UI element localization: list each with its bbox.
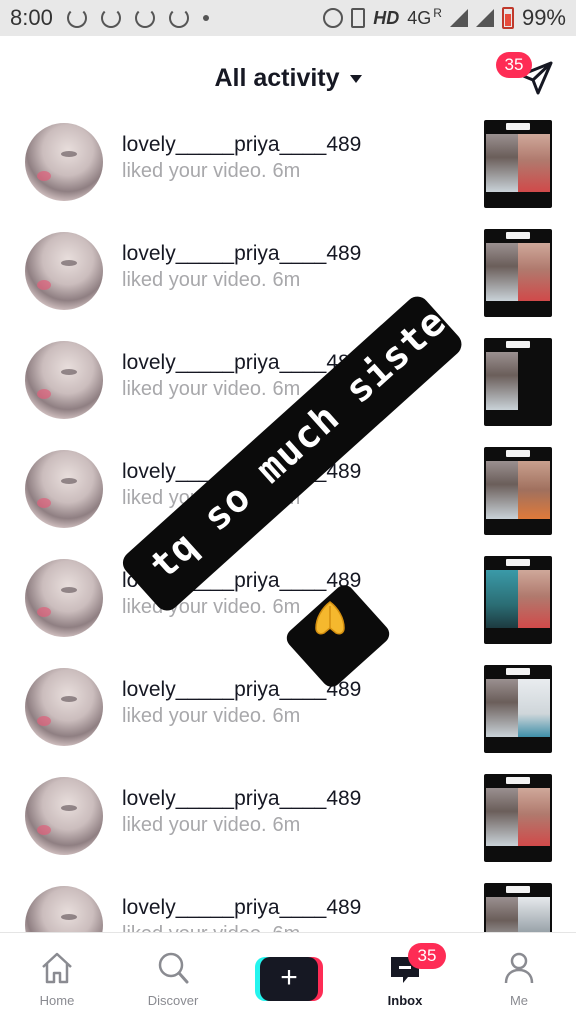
home-icon: [42, 952, 72, 984]
activity-list: lovely_____priya____489 liked your video…: [0, 120, 576, 932]
action-text: liked your video.: [122, 814, 267, 836]
bottom-navigation: Home Discover + Inbox 35 Me: [0, 932, 576, 1024]
nav-home[interactable]: Home: [7, 933, 107, 1024]
sync-icon: [66, 8, 87, 28]
folded-hands-icon: [315, 601, 345, 635]
nav-me-label: Me: [509, 993, 529, 1008]
avatar[interactable]: [25, 232, 103, 310]
battery-percent: 99%: [521, 5, 566, 30]
dm-badge: 35: [496, 52, 532, 78]
video-thumbnail[interactable]: [484, 338, 552, 426]
signal-icon: [449, 9, 468, 27]
action-text: liked your video.: [122, 596, 267, 618]
network-label: HD: [373, 7, 400, 28]
page-title: All activity: [214, 64, 340, 92]
nav-discover[interactable]: Discover: [123, 933, 223, 1024]
sync-icon: [168, 8, 189, 28]
activity-text: liked your video.6m: [122, 378, 300, 401]
activity-row[interactable]: lovely_____priya____489 liked your video…: [0, 120, 576, 229]
timestamp: 6m: [272, 596, 301, 618]
thumb-tag: [506, 886, 530, 893]
alarm-icon: [323, 8, 344, 28]
video-thumbnail[interactable]: [484, 447, 552, 535]
avatar[interactable]: [25, 886, 103, 932]
username[interactable]: lovely_____priya____489: [122, 133, 361, 157]
caret-down-icon: [349, 75, 362, 84]
status-bar: 8:00 HD 4G R 99%: [0, 0, 576, 36]
timestamp: 6m: [273, 923, 301, 932]
username[interactable]: lovely_____priya____489: [122, 896, 361, 920]
nav-me[interactable]: Me: [469, 933, 569, 1024]
profile-icon: [504, 952, 534, 984]
inbox-badge: 35: [408, 943, 446, 969]
thumb-tag: [506, 123, 530, 130]
battery-icon: [501, 7, 514, 29]
notification-icons: [66, 8, 209, 28]
activity-header: All activity 35: [0, 36, 576, 120]
username[interactable]: lovely_____priya____489: [122, 242, 361, 266]
video-thumbnail[interactable]: [484, 774, 552, 862]
activity-text: liked your video. 6m: [122, 923, 300, 932]
thumb-tag: [506, 559, 530, 566]
action-text: liked your video.: [122, 923, 267, 932]
timestamp: 6m: [272, 814, 301, 836]
nav-inbox-label: Inbox: [387, 993, 423, 1008]
sync-icon: [134, 8, 155, 28]
timestamp: 6m: [272, 378, 301, 400]
activity-row[interactable]: lovely_____priya____489 liked your video…: [0, 556, 576, 665]
action-text: liked your video.: [122, 160, 267, 182]
avatar[interactable]: [25, 123, 103, 201]
avatar[interactable]: [25, 668, 103, 746]
vibrate-icon: [351, 8, 366, 28]
thumb-tag: [506, 777, 530, 784]
activity-text: liked your video.6m: [122, 705, 300, 728]
activity-row[interactable]: lovely_____priya____489 liked your video…: [0, 774, 576, 883]
status-right: HD 4G R 99%: [323, 5, 566, 31]
roaming-indicator: R: [433, 6, 442, 20]
activity-row[interactable]: lovely_____priya____489 liked your video…: [0, 883, 576, 932]
timestamp: 6m: [272, 160, 301, 182]
thumb-tag: [506, 668, 530, 675]
avatar[interactable]: [25, 341, 103, 419]
activity-text: liked your video.6m: [122, 596, 300, 619]
avatar[interactable]: [25, 559, 103, 637]
timestamp: 6m: [272, 269, 301, 291]
thumb-tag: [506, 232, 530, 239]
activity-text: liked your video.6m: [122, 160, 300, 183]
activity-text: liked your video.6m: [122, 814, 300, 837]
video-thumbnail[interactable]: [484, 229, 552, 317]
video-thumbnail[interactable]: [484, 120, 552, 208]
action-text: liked your video.: [122, 269, 267, 291]
thumb-tag: [506, 341, 530, 348]
video-thumbnail[interactable]: [484, 665, 552, 753]
nav-home-label: Home: [39, 993, 75, 1008]
network-type: 4G: [407, 7, 432, 28]
signal-icon: [475, 9, 494, 27]
video-thumbnail[interactable]: [484, 556, 552, 644]
avatar[interactable]: [25, 450, 103, 528]
timestamp: 6m: [272, 705, 301, 727]
activity-row[interactable]: lovely_____priya____489 liked your video…: [0, 665, 576, 774]
status-time: 8:00: [10, 5, 53, 30]
sync-icon: [100, 8, 121, 28]
nav-discover-label: Discover: [147, 993, 199, 1008]
thumb-tag: [506, 450, 530, 457]
avatar[interactable]: [25, 777, 103, 855]
activity-text: liked your video.6m: [122, 269, 300, 292]
activity-filter-dropdown[interactable]: All activity: [0, 64, 576, 93]
search-icon: [158, 952, 189, 984]
more-notifications-icon: [202, 15, 209, 21]
username[interactable]: lovely_____priya____489: [122, 351, 361, 375]
video-thumbnail[interactable]: [484, 883, 552, 932]
username[interactable]: lovely_____priya____489: [122, 787, 361, 811]
plus-icon: +: [260, 957, 318, 1001]
action-text: liked your video.: [122, 705, 267, 727]
activity-row[interactable]: lovely_____priya____489 liked your video…: [0, 229, 576, 338]
create-button[interactable]: +: [255, 957, 323, 1001]
action-text: liked your video.: [122, 378, 267, 400]
